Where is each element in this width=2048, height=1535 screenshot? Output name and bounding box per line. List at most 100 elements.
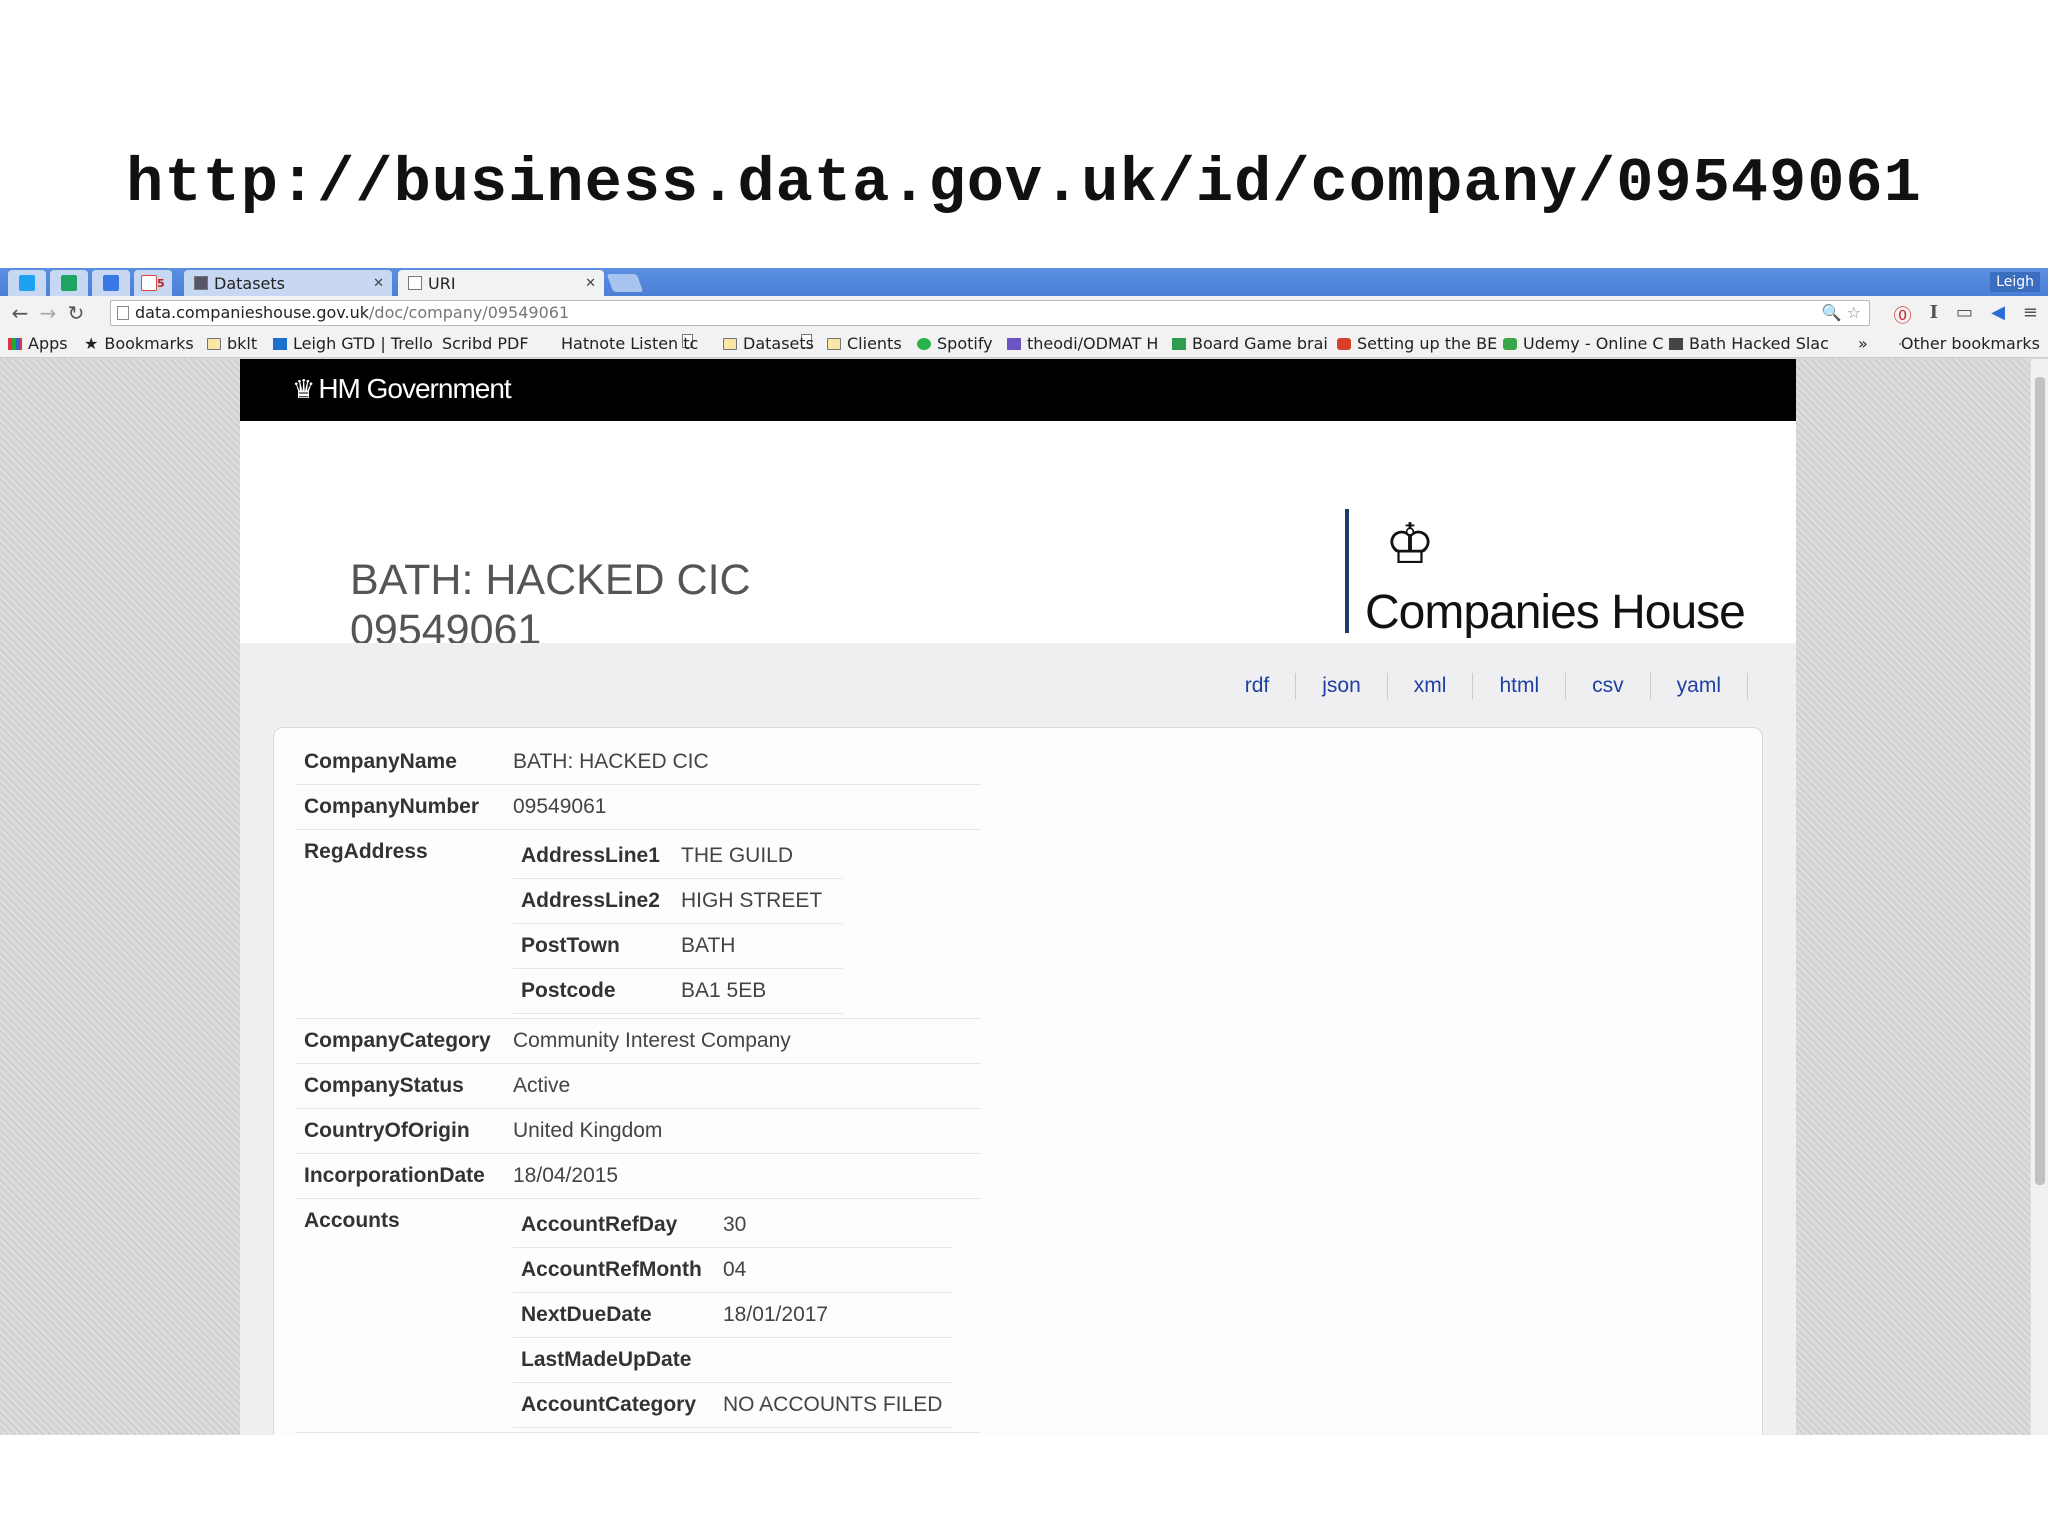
bookmark-spotify[interactable]: Spotify <box>917 334 993 353</box>
reg-address-table: AddressLine1 THE GUILD AddressLine2 HIGH S… <box>513 834 843 1014</box>
gov-header-bar: ♛ HM Government <box>240 359 1796 421</box>
bookmark-datasets[interactable]: Datasets <box>723 334 814 353</box>
back-arrow-icon[interactable]: ← <box>6 301 34 325</box>
bookmark-label: Leigh GTD | Trello <box>293 334 433 353</box>
bookmark-label: Scribd PDF <box>442 334 529 353</box>
address-bar[interactable]: data.companieshouse.gov.uk/doc/company/0… <box>110 300 1870 326</box>
more-bookmarks-button[interactable]: » <box>1858 334 1868 353</box>
spotify-icon <box>917 337 931 350</box>
field-key: LastMadeUpDate <box>513 1337 715 1383</box>
table-row: IncorporationDate 18/04/2015 <box>296 1153 981 1199</box>
table-row: Returns <box>296 1432 981 1435</box>
bookmark-label: Hatnote Listen tc <box>561 334 699 353</box>
format-link-html[interactable]: html <box>1473 673 1567 699</box>
table-row: AccountRefMonth 04 <box>513 1247 953 1293</box>
scrollbar-thumb[interactable] <box>2035 377 2045 1185</box>
format-link-xml[interactable]: xml <box>1388 673 1474 699</box>
browser-window: 15 Datasets ✕ URI ✕ Leigh ← → ↻ data.com… <box>0 268 2048 1435</box>
cast-icon[interactable]: ▭ <box>1956 302 1973 328</box>
crown-icon: ♛ <box>292 374 315 404</box>
bookmark-bath-hacked[interactable]: Bath Hacked Slac <box>1669 334 1829 353</box>
field-value: 18/04/2015 <box>505 1153 981 1199</box>
pinned-tab-gmail[interactable]: 15 <box>134 270 172 296</box>
bookmark-hatnote[interactable]: Hatnote Listen tc <box>561 334 812 353</box>
format-links: rdf json xml html csv yaml <box>1219 673 1748 699</box>
web-page: ♛ HM Government BATH: HACKED CIC 09549061… <box>240 359 1796 1435</box>
field-key: Accounts <box>296 1198 505 1433</box>
bookmark-label: Clients <box>847 334 902 353</box>
datasets-favicon <box>194 276 208 290</box>
bookmark-udemy[interactable]: Udemy - Online C <box>1503 334 1664 353</box>
bookmarks-bar: Apps ★ Bookmarks bklt Leigh GTD | Trello … <box>0 330 2048 358</box>
close-icon[interactable]: ✕ <box>373 276 384 291</box>
bookmark-clients[interactable]: Clients <box>827 334 902 353</box>
table-row: CountryOfOrigin United Kingdom <box>296 1108 981 1154</box>
pinned-tab-sheets[interactable] <box>50 270 88 296</box>
folder-icon <box>207 337 221 350</box>
pinned-tab-twitter[interactable] <box>8 270 46 296</box>
other-bookmarks[interactable]: Other bookmarks <box>1898 334 2040 353</box>
bookmark-odmat[interactable]: theodi/ODMAT H <box>1007 334 1158 353</box>
field-key: PostTown <box>513 923 673 969</box>
field-value: 04 <box>715 1247 953 1293</box>
bookmark-star-icon[interactable]: 🔍 ☆ <box>1822 301 1861 325</box>
tab-datasets[interactable]: Datasets ✕ <box>184 270 392 296</box>
company-title: BATH: HACKED CIC 09549061 <box>350 555 751 655</box>
bookmark-label: bklt <box>227 334 258 353</box>
udemy-icon <box>1503 337 1517 350</box>
bookmark-label: Bath Hacked Slac <box>1689 334 1829 353</box>
field-value: United Kingdom <box>505 1108 981 1154</box>
field-value: 09549061 <box>505 784 981 830</box>
table-row: CompanyName BATH: HACKED CIC <box>296 740 981 785</box>
format-link-yaml[interactable]: yaml <box>1651 673 1748 699</box>
field-key: CompanyName <box>296 740 505 785</box>
new-tab-button[interactable] <box>606 274 644 292</box>
content-area: rdf json xml html csv yaml CompanyName B… <box>240 643 1796 1435</box>
profile-button[interactable]: Leigh <box>1990 272 2040 292</box>
bookmark-scribd[interactable]: Scribd PDF <box>442 334 693 353</box>
logo-text: Companies House <box>1365 586 1746 639</box>
sheets-icon <box>61 275 77 291</box>
forward-arrow-icon[interactable]: → <box>34 301 62 325</box>
field-value: BATH <box>673 923 843 969</box>
bookmark-bookmarks[interactable]: ★ Bookmarks <box>84 334 194 353</box>
bookmark-label: Apps <box>28 334 68 353</box>
url-path: /doc/company/09549061 <box>369 303 570 322</box>
vertical-scrollbar[interactable] <box>2030 359 2048 1435</box>
bookmark-board-game[interactable]: Board Game brai <box>1172 334 1328 353</box>
format-link-csv[interactable]: csv <box>1566 673 1651 699</box>
apps-grid-icon <box>8 337 22 350</box>
bookmark-label: Datasets <box>743 334 814 353</box>
reload-icon[interactable]: ↻ <box>62 301 90 325</box>
table-row: PostTown BATH <box>513 923 843 969</box>
hm-government-logo[interactable]: ♛ HM Government <box>292 373 512 405</box>
page-icon <box>408 276 422 290</box>
field-key: AddressLine2 <box>513 878 673 924</box>
folder-icon <box>827 337 841 350</box>
field-key: CompanyNumber <box>296 784 505 830</box>
instapaper-icon[interactable]: I <box>1930 302 1938 328</box>
format-link-rdf[interactable]: rdf <box>1219 673 1297 699</box>
heroku-icon <box>1007 337 1021 350</box>
bookmark-trello[interactable]: Leigh GTD | Trello <box>273 334 433 353</box>
bookmark-apps[interactable]: Apps <box>8 334 68 353</box>
format-link-json[interactable]: json <box>1296 673 1388 699</box>
announce-icon[interactable]: ◀ <box>1991 302 2005 328</box>
puzzle-icon <box>1337 337 1351 350</box>
tab-uri[interactable]: URI ✕ <box>398 270 604 296</box>
browser-toolbar: ← → ↻ data.companieshouse.gov.uk/doc/com… <box>0 296 2048 330</box>
twitter-icon <box>19 275 35 291</box>
bookmark-label: theodi/ODMAT H <box>1027 334 1159 353</box>
table-row: CompanyStatus Active <box>296 1063 981 1109</box>
close-icon[interactable]: ✕ <box>585 276 596 291</box>
bookmark-setting-up[interactable]: Setting up the BE <box>1337 334 1497 353</box>
opera-extension-icon[interactable]: ⓪ <box>1894 302 1912 328</box>
table-row: NextDueDate 18/01/2017 <box>513 1292 953 1338</box>
pinned-tab-calendar[interactable] <box>92 270 130 296</box>
bookmark-bklt[interactable]: bklt <box>207 334 257 353</box>
tab-label: Datasets <box>214 273 285 293</box>
menu-icon[interactable]: ≡ <box>2023 302 2038 328</box>
field-key: AddressLine1 <box>513 834 673 879</box>
table-row: AddressLine2 HIGH STREET <box>513 878 843 924</box>
field-key: AccountCategory <box>513 1382 715 1428</box>
